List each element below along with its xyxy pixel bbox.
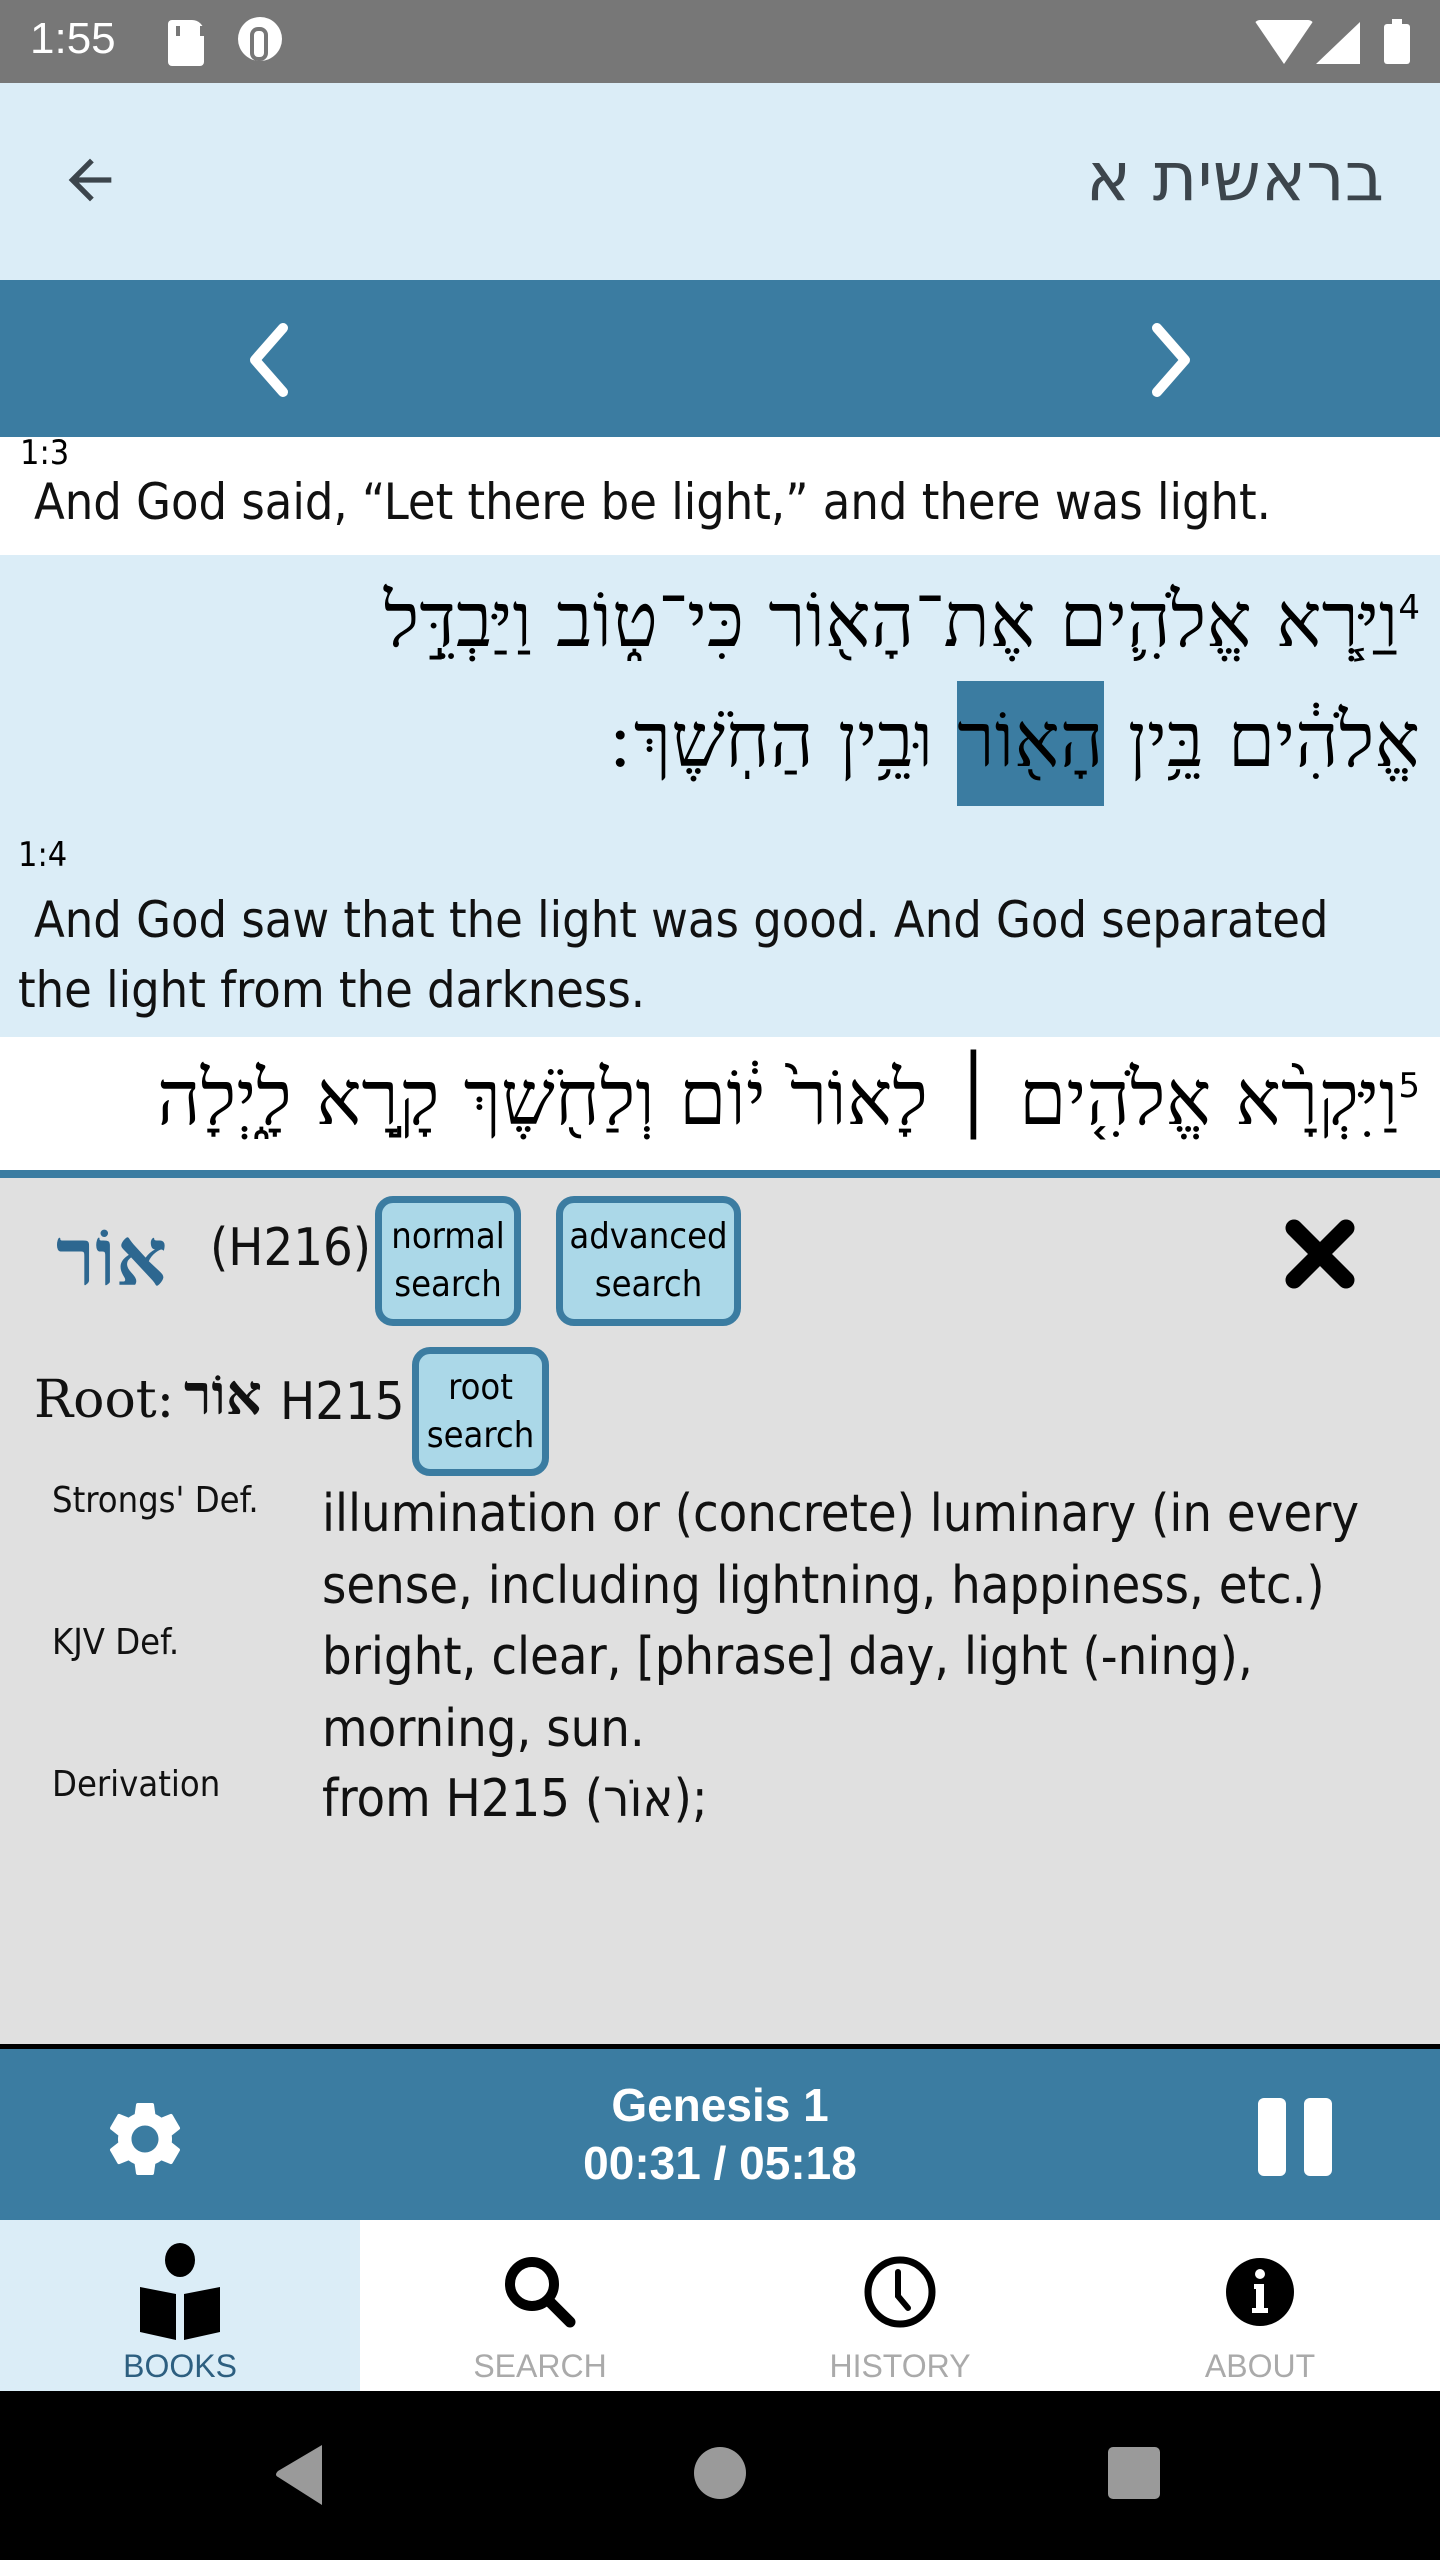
- next-chapter-button[interactable]: [1132, 315, 1212, 405]
- advanced-search-button[interactable]: advanced search: [556, 1196, 741, 1326]
- hebrew-text: אֱלֹהִ֔ים בֵּ֥ין: [1127, 695, 1420, 784]
- system-home-button[interactable]: [694, 2447, 746, 2499]
- kjv-def-value: bright, clear, [phrase] day, light (-nin…: [322, 1627, 1253, 1759]
- verse-english-text: And God said, “Let there be light,” and …: [34, 473, 1271, 531]
- panel-divider[interactable]: [0, 1170, 1440, 1178]
- close-button[interactable]: [1278, 1212, 1362, 1296]
- verse-1-5[interactable]: 5וַיִּקְרָ֨א אֱלֹהִ֤ים ׀ לָאוֹר֙ י֔וֹם ו…: [0, 1037, 1440, 1170]
- sd-card-icon: [168, 20, 204, 66]
- status-bar: 1:55: [0, 0, 1440, 83]
- audio-player: [0, 2049, 1440, 2220]
- pause-icon: [1258, 2098, 1332, 2176]
- strongs-number: (H216): [210, 1218, 371, 1278]
- verse-hebrew-line: 4וַיַּ֧רְא אֱלֹהִ֛ים אֶת־הָא֖וֹר כִּי־ט֑…: [384, 575, 1420, 665]
- sync-icon: [238, 17, 282, 61]
- verse-1-3-english[interactable]: 1:3 And God said, “Let there be light,” …: [0, 433, 1440, 555]
- derivation-value: from H215 (אוֹר);: [322, 1769, 708, 1829]
- wifi-icon: [1254, 20, 1314, 64]
- player-time: 00:31 / 05:18: [583, 2137, 857, 2189]
- clock-icon: [864, 2256, 936, 2328]
- highlighted-word[interactable]: הָא֖וֹר: [957, 681, 1104, 806]
- chevron-right-icon: [1152, 323, 1190, 397]
- tab-about[interactable]: ABOUT: [1080, 2220, 1440, 2391]
- chapter-nav-bar: [0, 280, 1440, 437]
- back-triangle-icon: [276, 2445, 322, 2505]
- root-word: אוֹר: [184, 1362, 262, 1428]
- status-time: 1:55: [30, 14, 116, 63]
- tab-label: BOOKS: [123, 2348, 237, 2384]
- tab-history[interactable]: HISTORY: [720, 2220, 1080, 2391]
- book-reader-icon: [140, 2243, 220, 2340]
- system-recents-button[interactable]: [1108, 2447, 1160, 2499]
- derivation-label: Derivation: [52, 1764, 221, 1805]
- normal-search-button[interactable]: normal search: [375, 1196, 521, 1326]
- verse-english-text: And God saw that the light was good. And…: [18, 891, 1329, 1019]
- back-button[interactable]: [50, 140, 130, 220]
- lexicon-word: אוֹר: [56, 1210, 168, 1304]
- battery-icon: [1384, 19, 1410, 64]
- tab-label: ABOUT: [1204, 2348, 1316, 2384]
- tab-search[interactable]: SEARCH: [360, 2220, 720, 2391]
- close-icon: [1285, 1219, 1355, 1289]
- info-icon: [1226, 2258, 1294, 2326]
- signal-icon: [1316, 22, 1360, 64]
- player-title: Genesis 1: [611, 2079, 829, 2131]
- root-search-button[interactable]: root search: [412, 1347, 549, 1476]
- verse-hebrew-line: אֱלֹהִ֔ים בֵּ֥ין הָא֖וֹר וּבֵ֥ין הַחֹֽשֶ…: [609, 681, 1420, 806]
- hebrew-text: וּבֵ֥ין הַחֹֽשֶׁךְ ׃: [609, 695, 934, 784]
- arrow-left-icon: [68, 158, 112, 202]
- strongs-def-value: illumination or (concrete) luminary (in …: [322, 1484, 1360, 1616]
- pause-button[interactable]: [1250, 2094, 1340, 2180]
- bottom-tab-bar: BOOKS SEARCH HISTORY ABOUT: [0, 2220, 1440, 2391]
- hebrew-text: וַיִּקְרָ֨א אֱלֹהִ֤ים ׀ לָאוֹר֙ י֔וֹם וְ…: [157, 1053, 1399, 1142]
- verse-ref: 1:4: [18, 835, 68, 875]
- root-label: Root:: [34, 1370, 175, 1430]
- verse-hebrew-line: 5וַיִּקְרָ֨א אֱלֹהִ֤ים ׀ לָאוֹר֙ י֔וֹם ו…: [157, 1053, 1420, 1143]
- root-strongs-number: H215: [280, 1372, 405, 1432]
- hebrew-text: וַיַּ֧רְא אֱלֹהִ֛ים אֶת־הָא֖וֹר כִּי־ט֑ו…: [383, 575, 1399, 664]
- verse-number: 4: [1398, 588, 1420, 628]
- system-back-button[interactable]: [272, 2443, 328, 2511]
- tab-label: SEARCH: [473, 2348, 607, 2384]
- previous-chapter-button[interactable]: [228, 315, 308, 405]
- strongs-def-label: Strongs' Def.: [52, 1480, 259, 1521]
- page-title: בראשית א: [1085, 138, 1384, 217]
- search-icon: [505, 2257, 576, 2328]
- kjv-def-label: KJV Def.: [52, 1622, 180, 1663]
- verse-1-4[interactable]: 4וַיַּ֧רְא אֱלֹהִ֛ים אֶת־הָא֖וֹר כִּי־ט֑…: [0, 555, 1440, 1037]
- system-navigation-bar: [0, 2391, 1440, 2560]
- tab-label: HISTORY: [829, 2348, 971, 2384]
- tab-books[interactable]: BOOKS: [0, 2220, 360, 2391]
- verse-number: 5: [1398, 1066, 1420, 1106]
- chevron-left-icon: [250, 323, 288, 397]
